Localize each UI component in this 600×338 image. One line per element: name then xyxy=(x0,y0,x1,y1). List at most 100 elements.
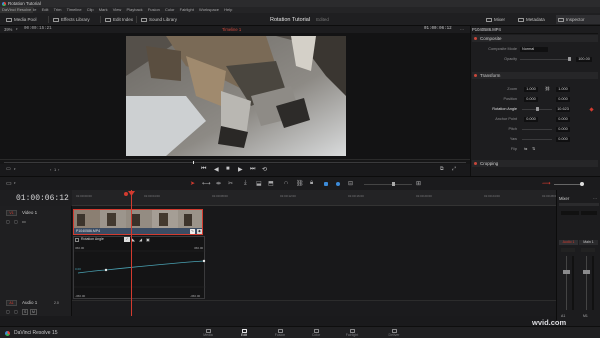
flag-icon[interactable] xyxy=(324,182,328,186)
audio-track-autoselect-icon[interactable]: ▢ xyxy=(14,309,18,314)
fader-a1-knob[interactable] xyxy=(563,270,570,274)
menu-item-fusion[interactable]: Fusion xyxy=(148,7,160,12)
page-tab-edit[interactable]: Edit xyxy=(230,328,258,338)
pitch-value[interactable]: 0.000 xyxy=(556,126,570,132)
audio-level-icon[interactable]: ⟿ xyxy=(542,180,551,187)
composite-mode-select[interactable]: Normal xyxy=(520,46,548,52)
yaw-slider[interactable] xyxy=(522,138,552,140)
position-y-value[interactable]: 0.000 xyxy=(556,96,570,102)
menu-item-mark[interactable]: Mark xyxy=(99,7,108,12)
timeline-view-icon[interactable]: ▭ xyxy=(6,180,12,187)
replace-clip-icon[interactable]: ⬒ xyxy=(268,180,274,187)
loop-icon[interactable]: ⟲ xyxy=(262,166,267,173)
menu-item-clip[interactable]: Clip xyxy=(87,7,94,12)
prev-page-icon[interactable]: ‹ xyxy=(50,167,51,172)
menu-item-trim[interactable]: Trim xyxy=(54,7,62,12)
menu-item-view[interactable]: View xyxy=(113,7,122,12)
zoom-in-icon[interactable]: ⊞ xyxy=(416,180,421,187)
cropping-enable-icon[interactable] xyxy=(474,162,477,165)
video-track-id[interactable]: V1 xyxy=(6,210,17,216)
timeline-zoom-knob[interactable] xyxy=(392,182,395,186)
viewer-zoom[interactable]: 39% xyxy=(4,26,12,33)
rotation-keyframe-icon[interactable] xyxy=(589,106,594,112)
viewer-options-icon[interactable]: ⋯ xyxy=(460,26,464,33)
timeline-zoom-slider[interactable] xyxy=(364,183,412,185)
timeline-name[interactable]: Timeline 1 xyxy=(222,26,241,33)
video-clip[interactable]: P1040586.MP4 ∿ ◆ xyxy=(73,209,203,235)
play-reverse-icon[interactable]: ◀ xyxy=(214,166,219,173)
audio-track-lock-icon[interactable]: ▢ xyxy=(6,309,10,314)
position-lock-icon[interactable]: 🔒︎ xyxy=(310,180,313,187)
sound-library-button[interactable]: Sound Library xyxy=(136,16,177,23)
viewer-layout-dropdown-icon[interactable]: ▾ xyxy=(14,167,16,171)
zoom-out-icon[interactable]: ⊟ xyxy=(348,180,353,187)
track-visibility-icon[interactable]: ▭ xyxy=(22,219,26,224)
position-x-value[interactable]: 0.000 xyxy=(524,96,538,102)
timeline-timecode[interactable]: 01:00:06:12 xyxy=(16,194,69,203)
mixer-channel-m1-label[interactable]: Main 1 xyxy=(579,240,598,245)
audio-mute-icon[interactable]: M xyxy=(30,309,37,315)
linked-selection-icon[interactable]: ⛓ xyxy=(296,180,304,187)
menu-item-color[interactable]: Color xyxy=(165,7,175,12)
menu-item-help[interactable]: Help xyxy=(224,7,232,12)
rotation-angle-slider-knob[interactable] xyxy=(536,107,539,111)
edit-index-button[interactable]: Edit Index xyxy=(100,16,133,23)
page-tab-deliver[interactable]: Deliver xyxy=(380,328,408,338)
composite-enable-icon[interactable] xyxy=(474,37,477,40)
selection-tool-icon[interactable]: ➤ xyxy=(190,180,195,187)
mixer-options-icon[interactable]: ⋯ xyxy=(593,196,597,201)
transform-section-header[interactable]: Transform xyxy=(472,72,598,79)
yaw-value[interactable]: 0.000 xyxy=(556,136,570,142)
go-to-start-icon[interactable]: ⏮ xyxy=(201,166,206,173)
mixer-input-m1[interactable] xyxy=(581,211,597,215)
composite-section-header[interactable]: Composite xyxy=(472,35,598,42)
timeline-view-dropdown-icon[interactable]: ▾ xyxy=(14,181,16,185)
track-autoselect-icon[interactable]: ▢ xyxy=(14,219,18,224)
inspector-toggle-button[interactable]: Inspector xyxy=(558,16,585,23)
menu-item-fairlight[interactable]: Fairlight xyxy=(180,7,194,12)
fullscreen-icon[interactable]: ⤢ xyxy=(452,166,456,172)
opacity-slider-knob[interactable] xyxy=(568,57,571,61)
next-page-icon[interactable]: › xyxy=(58,167,59,172)
cropping-section-header[interactable]: Cropping xyxy=(472,160,598,167)
zoom-dropdown-icon[interactable]: ▾ xyxy=(16,26,18,33)
zoom-x-value[interactable]: 1.000 xyxy=(524,86,538,92)
flip-horizontal-icon[interactable]: ⇆ xyxy=(524,146,527,152)
pitch-slider[interactable] xyxy=(522,128,552,130)
opacity-value[interactable]: 100.00 xyxy=(576,56,592,62)
mixer-pan-m1[interactable] xyxy=(581,248,595,252)
metadata-toggle-button[interactable]: Metadata xyxy=(518,16,545,23)
fader-m1-knob[interactable] xyxy=(583,270,590,274)
marker-icon[interactable] xyxy=(336,182,340,186)
audio-track-name[interactable]: Audio 1 xyxy=(22,300,37,305)
snapping-icon[interactable]: ∩ xyxy=(284,180,288,186)
anchor-y-value[interactable]: 0.000 xyxy=(556,116,570,122)
anchor-x-value[interactable]: 0.000 xyxy=(524,116,538,122)
rotation-angle-value[interactable]: 10.623 xyxy=(556,106,570,112)
zoom-y-value[interactable]: 1.000 xyxy=(556,86,570,92)
audio-level-knob[interactable] xyxy=(580,182,584,186)
insert-clip-icon[interactable]: ⤓ xyxy=(244,180,247,187)
mixer-pan-a1[interactable] xyxy=(561,248,575,252)
audio-level-slider[interactable] xyxy=(554,183,582,185)
dynamic-trim-icon[interactable]: ⇹ xyxy=(216,180,221,187)
overwrite-clip-icon[interactable]: ⬓ xyxy=(256,180,262,187)
menu-item-workspace[interactable]: Workspace xyxy=(199,7,219,12)
menu-item-edit[interactable]: Edit xyxy=(42,7,49,12)
page-tab-media[interactable]: Media xyxy=(194,328,222,338)
audio-track-lane[interactable] xyxy=(72,300,556,316)
mixer-input-a1[interactable] xyxy=(561,211,579,215)
page-tab-fairlight[interactable]: Fairlight xyxy=(338,328,366,338)
go-to-end-icon[interactable]: ⏭ xyxy=(250,166,255,173)
zoom-link-icon[interactable]: ⛓ xyxy=(545,86,550,92)
timeline-ruler[interactable]: 01:00:00:00 01:00:04:00 01:00:08:00 01:0… xyxy=(72,190,558,206)
opacity-slider[interactable] xyxy=(520,58,568,60)
trim-tool-icon[interactable]: ⟷ xyxy=(202,180,211,187)
match-frame-icon[interactable]: ⧉ xyxy=(440,166,444,172)
flip-vertical-icon[interactable]: ⇅ xyxy=(532,146,535,152)
transform-enable-icon[interactable] xyxy=(474,74,477,77)
track-lock-icon[interactable]: ▢ xyxy=(6,219,10,224)
blade-tool-icon[interactable]: ✂ xyxy=(228,180,233,187)
video-track-name[interactable]: Video 1 xyxy=(22,210,37,215)
menu-item-playback[interactable]: Playback xyxy=(126,7,142,12)
